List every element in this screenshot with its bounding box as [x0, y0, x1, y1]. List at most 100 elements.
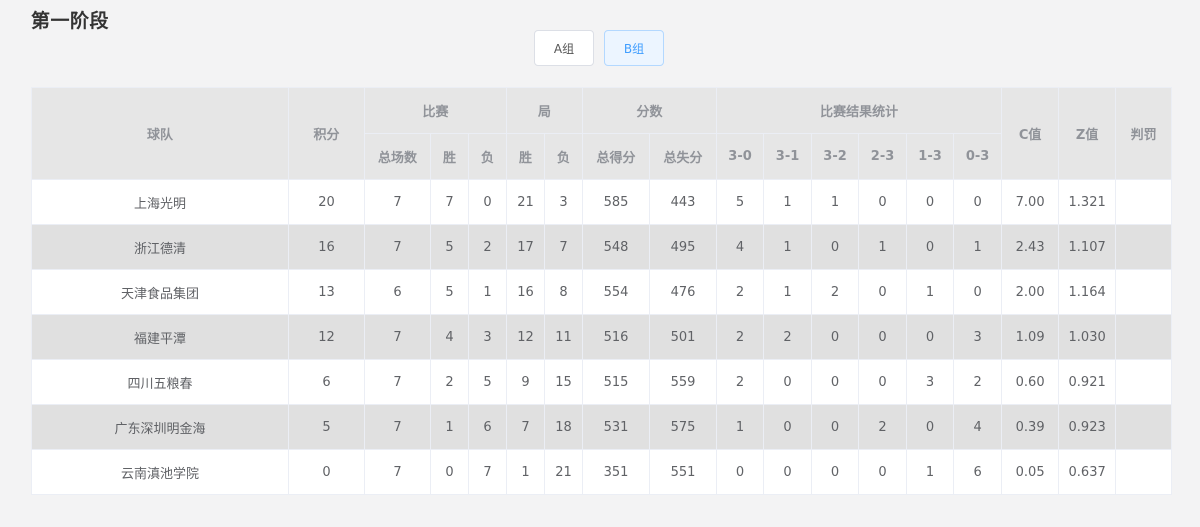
cell-result-2-3: 0	[858, 179, 908, 225]
cell-team: 上海光明	[31, 179, 289, 225]
header-points: 积分	[288, 87, 365, 180]
cell-matches-total: 7	[364, 179, 431, 225]
header-sets: 局	[506, 87, 584, 134]
cell-result-3-1: 0	[763, 404, 813, 450]
cell-team: 四川五粮春	[31, 359, 289, 405]
cell-sets-lost: 21	[544, 449, 584, 495]
cell-result-3-0: 2	[716, 314, 765, 360]
cell-result-3-1: 1	[763, 179, 813, 225]
cell-result-3-1: 2	[763, 314, 813, 360]
cell-result-3-1: 1	[763, 224, 813, 270]
table-row: 浙江德清 16 7 5 2 17 7 548 495 4 1 0 1 0 1 2.43 1.107	[31, 224, 1173, 270]
cell-result-3-1: 0	[763, 449, 813, 495]
cell-penalty	[1115, 359, 1173, 405]
cell-result-0-3: 0	[953, 269, 1003, 315]
cell-points-against: 559	[649, 359, 718, 405]
cell-penalty	[1115, 314, 1173, 360]
cell-result-3-0: 2	[716, 269, 765, 315]
table-row: 天津食品集团 13 6 5 1 16 8 554 476 2 1 2 0 1 0 2.00 1.164	[31, 269, 1173, 315]
cell-team: 天津食品集团	[31, 269, 289, 315]
cell-result-1-3: 1	[906, 449, 955, 495]
cell-result-1-3: 0	[906, 179, 955, 225]
cell-result-0-3: 3	[953, 314, 1003, 360]
cell-result-0-3: 1	[953, 224, 1003, 270]
cell-matches-won: 7	[430, 179, 469, 225]
cell-result-2-3: 0	[858, 359, 908, 405]
tab-group-b[interactable]: B组	[604, 30, 664, 66]
cell-result-1-3: 0	[906, 404, 955, 450]
header-z-value: Z值	[1058, 87, 1117, 180]
standings-table: 球队 积分 比赛 局 分数 比赛结果统计 C值 Z值 判罚 总场数 胜 负 胜 …	[31, 87, 1173, 495]
standings-table-wrapper: 球队 积分 比赛 局 分数 比赛结果统计 C值 Z值 判罚 总场数 胜 负 胜 …	[31, 87, 1173, 495]
cell-sets-won: 7	[506, 404, 546, 450]
cell-result-3-2: 0	[811, 314, 860, 360]
cell-result-3-2: 0	[811, 224, 860, 270]
cell-sets-won: 1	[506, 449, 546, 495]
cell-result-2-3: 2	[858, 404, 908, 450]
cell-z-value: 1.030	[1058, 314, 1117, 360]
header-matches-lost: 负	[467, 133, 508, 180]
table-row: 上海光明 20 7 7 0 21 3 585 443 5 1 1 0 0 0 7.00 1.321	[31, 179, 1173, 225]
cell-points-against: 551	[649, 449, 718, 495]
cell-matches-total: 7	[364, 314, 431, 360]
cell-matches-lost: 5	[467, 359, 508, 405]
cell-penalty	[1115, 224, 1173, 270]
header-result-1-3: 1-3	[906, 133, 955, 180]
cell-matches-lost: 1	[467, 269, 508, 315]
cell-points: 5	[288, 404, 365, 450]
cell-team: 云南滇池学院	[31, 449, 289, 495]
cell-result-0-3: 6	[953, 449, 1003, 495]
cell-matches-won: 0	[430, 449, 469, 495]
cell-result-3-0: 1	[716, 404, 765, 450]
cell-matches-won: 5	[430, 224, 469, 270]
cell-sets-lost: 3	[544, 179, 584, 225]
table-row: 四川五粮春 6 7 2 5 9 15 515 559 2 0 0 0 3 2 0.60 0.921	[31, 359, 1173, 405]
standings-body: 上海光明 20 7 7 0 21 3 585 443 5 1 1 0 0 0 7.00 1.321 浙江德清 16 7…	[31, 179, 1173, 495]
cell-matches-total: 7	[364, 404, 431, 450]
cell-penalty	[1115, 449, 1173, 495]
header-result-3-1: 3-1	[763, 133, 813, 180]
cell-matches-won: 4	[430, 314, 469, 360]
cell-matches-total: 7	[364, 359, 431, 405]
cell-result-3-0: 2	[716, 359, 765, 405]
cell-result-2-3: 0	[858, 269, 908, 315]
header-row-group: 球队 积分 比赛 局 分数 比赛结果统计 C值 Z值 判罚	[31, 87, 1173, 180]
header-sets-lost: 负	[544, 133, 584, 180]
cell-result-1-3: 3	[906, 359, 955, 405]
cell-result-0-3: 4	[953, 404, 1003, 450]
cell-z-value: 0.637	[1058, 449, 1117, 495]
cell-result-3-2: 0	[811, 449, 860, 495]
cell-sets-won: 21	[506, 179, 546, 225]
cell-points-for: 515	[582, 359, 651, 405]
cell-c-value: 7.00	[1001, 179, 1060, 225]
cell-result-3-2: 0	[811, 404, 860, 450]
cell-points: 12	[288, 314, 365, 360]
header-matches-won: 胜	[430, 133, 469, 180]
table-row: 福建平潭 12 7 4 3 12 11 516 501 2 2 0 0 0 3 1.09 1.030	[31, 314, 1173, 360]
cell-points: 20	[288, 179, 365, 225]
cell-result-3-2: 1	[811, 179, 860, 225]
cell-team: 广东深圳明金海	[31, 404, 289, 450]
header-c-value: C值	[1001, 87, 1060, 180]
cell-matches-lost: 7	[467, 449, 508, 495]
tab-group-a[interactable]: A组	[534, 30, 594, 66]
cell-team: 浙江德清	[31, 224, 289, 270]
header-points-against: 总失分	[649, 133, 718, 180]
cell-result-3-2: 0	[811, 359, 860, 405]
cell-matches-lost: 3	[467, 314, 508, 360]
cell-result-1-3: 1	[906, 269, 955, 315]
cell-sets-won: 16	[506, 269, 546, 315]
cell-sets-lost: 7	[544, 224, 584, 270]
header-matches-total: 总场数	[364, 133, 431, 180]
cell-penalty	[1115, 404, 1173, 450]
cell-matches-won: 1	[430, 404, 469, 450]
cell-c-value: 0.39	[1001, 404, 1060, 450]
cell-result-3-1: 0	[763, 359, 813, 405]
cell-sets-won: 17	[506, 224, 546, 270]
cell-c-value: 2.43	[1001, 224, 1060, 270]
cell-result-1-3: 0	[906, 224, 955, 270]
cell-penalty	[1115, 179, 1173, 225]
header-sets-won: 胜	[506, 133, 546, 180]
header-points-for: 总得分	[582, 133, 651, 180]
cell-c-value: 2.00	[1001, 269, 1060, 315]
